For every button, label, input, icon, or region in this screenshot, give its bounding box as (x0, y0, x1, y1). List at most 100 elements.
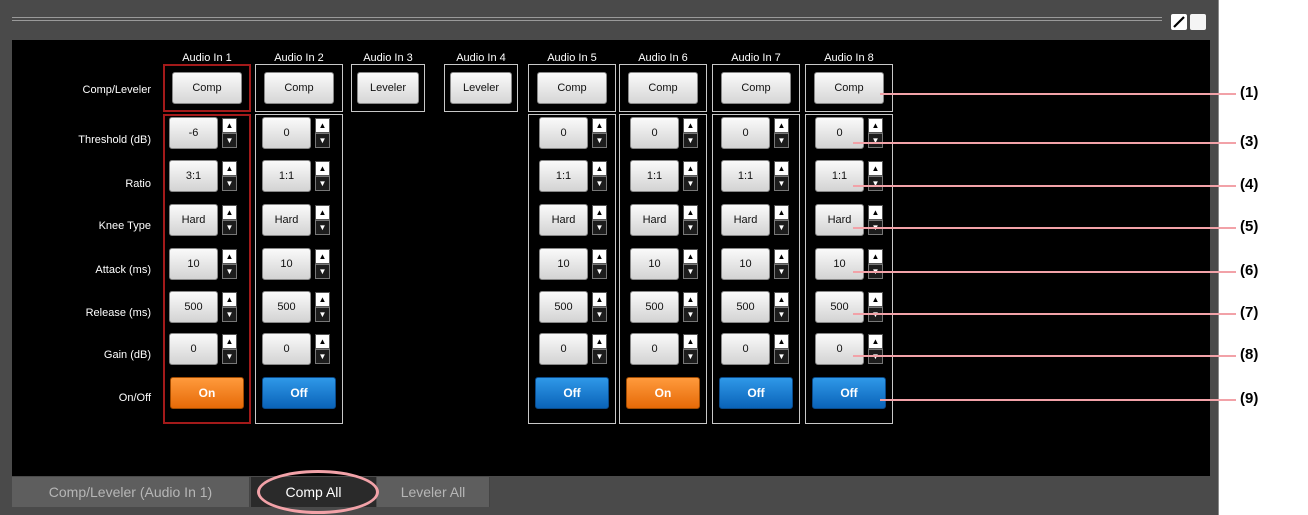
up-arrow-icon[interactable]: ▲ (222, 118, 237, 133)
down-arrow-icon[interactable]: ▼ (592, 133, 607, 148)
gain-value-audio-in-1[interactable]: 0 (169, 333, 218, 365)
on-off-toggle-audio-in-8[interactable]: Off (812, 377, 886, 409)
down-arrow-icon[interactable]: ▼ (222, 349, 237, 364)
up-arrow-icon[interactable]: ▲ (315, 161, 330, 176)
tab-leveler-all[interactable]: Leveler All (377, 477, 490, 507)
down-arrow-icon[interactable]: ▼ (315, 220, 330, 235)
down-arrow-icon[interactable]: ▼ (683, 133, 698, 148)
threshold-value-audio-in-8[interactable]: 0 (815, 117, 864, 149)
up-arrow-icon[interactable]: ▲ (868, 334, 883, 349)
up-arrow-icon[interactable]: ▲ (222, 161, 237, 176)
down-arrow-icon[interactable]: ▼ (222, 264, 237, 279)
down-arrow-icon[interactable]: ▼ (315, 349, 330, 364)
up-arrow-icon[interactable]: ▲ (774, 205, 789, 220)
ratio-value-audio-in-8[interactable]: 1:1 (815, 160, 864, 192)
down-arrow-icon[interactable]: ▼ (774, 220, 789, 235)
down-arrow-icon[interactable]: ▼ (774, 133, 789, 148)
knee-type-value-audio-in-1[interactable]: Hard (169, 204, 218, 236)
knee-type-value-audio-in-7[interactable]: Hard (721, 204, 770, 236)
up-arrow-icon[interactable]: ▲ (315, 249, 330, 264)
on-off-toggle-audio-in-5[interactable]: Off (535, 377, 609, 409)
gain-value-audio-in-7[interactable]: 0 (721, 333, 770, 365)
up-arrow-icon[interactable]: ▲ (868, 161, 883, 176)
down-arrow-icon[interactable]: ▼ (683, 349, 698, 364)
down-arrow-icon[interactable]: ▼ (222, 220, 237, 235)
up-arrow-icon[interactable]: ▲ (868, 205, 883, 220)
ratio-value-audio-in-7[interactable]: 1:1 (721, 160, 770, 192)
mode-button-audio-in-6[interactable]: Comp (628, 72, 698, 104)
up-arrow-icon[interactable]: ▲ (774, 161, 789, 176)
down-arrow-icon[interactable]: ▼ (592, 349, 607, 364)
gain-value-audio-in-5[interactable]: 0 (539, 333, 588, 365)
gain-value-audio-in-2[interactable]: 0 (262, 333, 311, 365)
on-off-toggle-audio-in-7[interactable]: Off (719, 377, 793, 409)
down-arrow-icon[interactable]: ▼ (868, 133, 883, 148)
mode-button-audio-in-4[interactable]: Leveler (450, 72, 512, 104)
window-icon[interactable] (1190, 14, 1206, 30)
up-arrow-icon[interactable]: ▲ (222, 334, 237, 349)
knee-type-value-audio-in-8[interactable]: Hard (815, 204, 864, 236)
up-arrow-icon[interactable]: ▲ (592, 292, 607, 307)
down-arrow-icon[interactable]: ▼ (592, 176, 607, 191)
down-arrow-icon[interactable]: ▼ (315, 133, 330, 148)
tab-comp-all[interactable]: Comp All (251, 477, 376, 507)
up-arrow-icon[interactable]: ▲ (315, 292, 330, 307)
knee-type-value-audio-in-6[interactable]: Hard (630, 204, 679, 236)
up-arrow-icon[interactable]: ▲ (774, 292, 789, 307)
on-off-toggle-audio-in-6[interactable]: On (626, 377, 700, 409)
threshold-value-audio-in-7[interactable]: 0 (721, 117, 770, 149)
attack-value-audio-in-1[interactable]: 10 (169, 248, 218, 280)
up-arrow-icon[interactable]: ▲ (868, 118, 883, 133)
up-arrow-icon[interactable]: ▲ (774, 249, 789, 264)
down-arrow-icon[interactable]: ▼ (222, 133, 237, 148)
threshold-value-audio-in-1[interactable]: -6 (169, 117, 218, 149)
knee-type-value-audio-in-5[interactable]: Hard (539, 204, 588, 236)
mode-button-audio-in-7[interactable]: Comp (721, 72, 791, 104)
down-arrow-icon[interactable]: ▼ (592, 264, 607, 279)
threshold-value-audio-in-5[interactable]: 0 (539, 117, 588, 149)
up-arrow-icon[interactable]: ▲ (222, 249, 237, 264)
down-arrow-icon[interactable]: ▼ (592, 307, 607, 322)
up-arrow-icon[interactable]: ▲ (592, 334, 607, 349)
release-value-audio-in-6[interactable]: 500 (630, 291, 679, 323)
down-arrow-icon[interactable]: ▼ (774, 264, 789, 279)
up-arrow-icon[interactable]: ▲ (774, 118, 789, 133)
mode-button-audio-in-5[interactable]: Comp (537, 72, 607, 104)
down-arrow-icon[interactable]: ▼ (315, 176, 330, 191)
up-arrow-icon[interactable]: ▲ (868, 249, 883, 264)
down-arrow-icon[interactable]: ▼ (592, 220, 607, 235)
down-arrow-icon[interactable]: ▼ (222, 176, 237, 191)
threshold-value-audio-in-6[interactable]: 0 (630, 117, 679, 149)
release-value-audio-in-5[interactable]: 500 (539, 291, 588, 323)
up-arrow-icon[interactable]: ▲ (683, 205, 698, 220)
release-value-audio-in-7[interactable]: 500 (721, 291, 770, 323)
ratio-value-audio-in-1[interactable]: 3:1 (169, 160, 218, 192)
down-arrow-icon[interactable]: ▼ (315, 264, 330, 279)
attack-value-audio-in-6[interactable]: 10 (630, 248, 679, 280)
down-arrow-icon[interactable]: ▼ (868, 176, 883, 191)
down-arrow-icon[interactable]: ▼ (222, 307, 237, 322)
attack-value-audio-in-5[interactable]: 10 (539, 248, 588, 280)
down-arrow-icon[interactable]: ▼ (774, 349, 789, 364)
up-arrow-icon[interactable]: ▲ (868, 292, 883, 307)
up-arrow-icon[interactable]: ▲ (592, 161, 607, 176)
up-arrow-icon[interactable]: ▲ (683, 292, 698, 307)
mode-button-audio-in-2[interactable]: Comp (264, 72, 334, 104)
up-arrow-icon[interactable]: ▲ (315, 205, 330, 220)
ratio-value-audio-in-6[interactable]: 1:1 (630, 160, 679, 192)
attack-value-audio-in-7[interactable]: 10 (721, 248, 770, 280)
up-arrow-icon[interactable]: ▲ (592, 249, 607, 264)
up-arrow-icon[interactable]: ▲ (774, 334, 789, 349)
release-value-audio-in-8[interactable]: 500 (815, 291, 864, 323)
mode-button-audio-in-3[interactable]: Leveler (357, 72, 419, 104)
attack-value-audio-in-2[interactable]: 10 (262, 248, 311, 280)
on-off-toggle-audio-in-1[interactable]: On (170, 377, 244, 409)
down-arrow-icon[interactable]: ▼ (774, 307, 789, 322)
down-arrow-icon[interactable]: ▼ (683, 176, 698, 191)
pencil-icon[interactable] (1171, 14, 1187, 30)
ratio-value-audio-in-2[interactable]: 1:1 (262, 160, 311, 192)
mode-button-audio-in-1[interactable]: Comp (172, 72, 242, 104)
attack-value-audio-in-8[interactable]: 10 (815, 248, 864, 280)
ratio-value-audio-in-5[interactable]: 1:1 (539, 160, 588, 192)
up-arrow-icon[interactable]: ▲ (315, 334, 330, 349)
